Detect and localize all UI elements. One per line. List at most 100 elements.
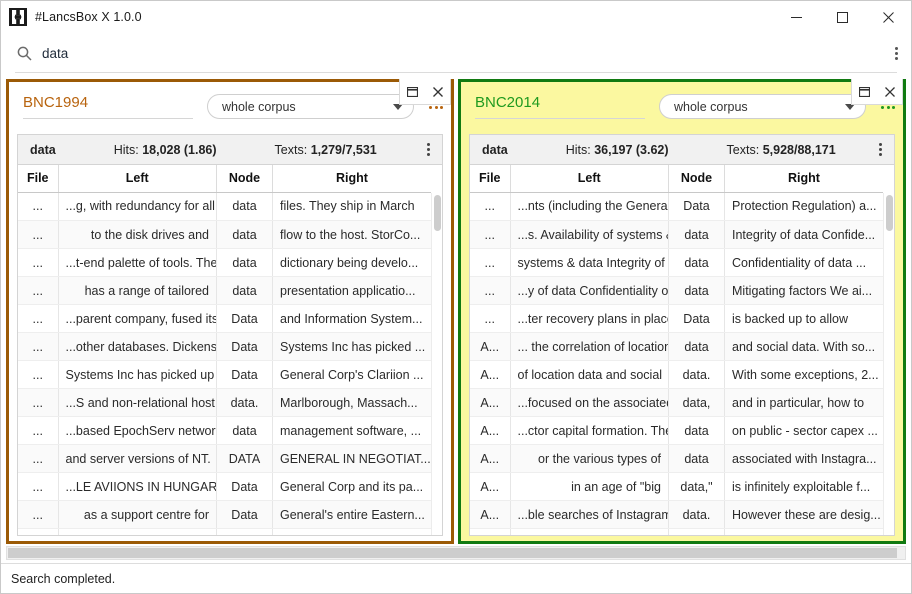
cell-node: data. (669, 501, 725, 529)
kwic-table-bnc2014: data Hits: 36,197 (3.62) Texts: 5,928/88… (469, 134, 895, 536)
cell-left: ...t-end palette of tools. The (58, 249, 217, 277)
table-row[interactable]: A... in an age of "big data," is infinit… (470, 473, 883, 501)
table-row[interactable]: A... of location data and social data. W… (470, 361, 883, 389)
table-row[interactable]: ... Systems Inc has picked up Data Gener… (18, 361, 431, 389)
panel-window-controls-bnc1994 (399, 79, 451, 105)
panel-close-button[interactable] (877, 79, 902, 104)
panel-bnc2014: BNC2014 whole corpus data (458, 79, 906, 544)
table-row[interactable]: ... ...LE AVIIONS IN HUNGARY Data Genera… (18, 473, 431, 501)
cell-file: A... (470, 529, 510, 536)
table-row[interactable]: ... and server versions of NT. DATA GENE… (18, 445, 431, 473)
vertical-scrollbar-bnc2014[interactable] (883, 193, 894, 536)
cell-right: Integrity of data Confide... (725, 221, 884, 249)
kwic-body-bnc2014[interactable]: ... ...nts (including the General Data P… (470, 193, 894, 536)
more-options-icon-bnc1994[interactable] (429, 106, 443, 109)
column-header-file[interactable]: File (18, 165, 58, 192)
table-row[interactable]: A... ... the correlation of location dat… (470, 333, 883, 361)
column-header-right[interactable]: Right (725, 165, 884, 192)
stats-menu-icon[interactable] (879, 143, 882, 156)
cell-file: ... (470, 221, 510, 249)
cell-file: ... (470, 277, 510, 305)
stats-menu-icon[interactable] (427, 143, 430, 156)
search-input[interactable]: data (42, 46, 68, 61)
table-row[interactable]: ... ...y of data Confidentiality of data… (470, 277, 883, 305)
cell-right: is backed up to allow (725, 305, 884, 333)
table-row[interactable]: ... ...t-end palette of tools. The data … (18, 249, 431, 277)
cell-node: data (217, 193, 273, 221)
table-row[interactable]: ... has a range of tailored data present… (18, 277, 431, 305)
maximize-button[interactable] (819, 1, 865, 33)
kwic-body-bnc1994[interactable]: ... ...g, with redundancy for all data f… (18, 193, 442, 536)
cell-file: ... (470, 305, 510, 333)
cell-right: Marlborough, Massach... (273, 389, 432, 417)
horizontal-scrollbar[interactable] (6, 546, 906, 560)
cell-right: General's entire Eastern... (273, 501, 432, 529)
cell-file: A... (470, 389, 510, 417)
cell-node: data (669, 529, 725, 536)
search-bar[interactable]: data (1, 33, 911, 73)
close-button[interactable] (865, 1, 911, 33)
stats-node: data (30, 143, 56, 157)
table-row[interactable]: ... as a support centre for Data General… (18, 501, 431, 529)
scrollbar-thumb[interactable] (434, 195, 441, 231)
cell-node: Data (217, 333, 273, 361)
column-header-right[interactable]: Right (273, 165, 432, 192)
table-row[interactable]: ... systems & data Integrity of data Con… (470, 249, 883, 277)
stats-hits-value: 18,028 (1.86) (142, 143, 216, 157)
table-row[interactable]: A... ...ctor capital formation. The data… (470, 417, 883, 445)
column-header-left[interactable]: Left (58, 165, 217, 192)
kebab-menu-icon[interactable] (895, 47, 898, 60)
cell-left: ...ter recovery plans in place. (510, 305, 669, 333)
cell-node: Data (217, 501, 273, 529)
cell-node: data (669, 277, 725, 305)
table-row[interactable]: ... ...s. Availability of systems & data… (470, 221, 883, 249)
column-header-left[interactable]: Left (510, 165, 669, 192)
column-header-node[interactable]: Node (217, 165, 273, 192)
table-row[interactable]: ... ...S and non-relational host data. M… (18, 389, 431, 417)
cell-file: A... (470, 473, 510, 501)
corpus-select-bnc1994[interactable]: whole corpus (207, 94, 414, 119)
table-row[interactable]: ... ...other databases. Dickens Data Sys… (18, 333, 431, 361)
stats-hits-label: Hits: (566, 143, 591, 157)
panel-header-bnc2014: BNC2014 whole corpus (461, 82, 903, 134)
cell-file: ... (18, 529, 58, 536)
app-window: #LancsBox X 1.0.0 data BNC1994 (0, 0, 912, 594)
cell-node: data. (217, 389, 273, 417)
cell-right: on public - sector capex ... (725, 417, 884, 445)
table-row[interactable]: ... ...nts (including the General Data P… (470, 193, 883, 221)
scrollbar-thumb[interactable] (8, 548, 897, 558)
stats-texts-label: Texts: (275, 143, 308, 157)
cell-right: Protection Regulation) a... (725, 193, 884, 221)
kwic-header-bnc1994: File Left Node Right (18, 165, 442, 193)
cell-file: ... (18, 221, 58, 249)
table-row[interactable]: ... ...g, with redundancy for all data f… (18, 193, 431, 221)
vertical-scrollbar-bnc1994[interactable] (431, 193, 442, 536)
table-row[interactable]: A... ...focused on the associated data, … (470, 389, 883, 417)
cell-node: Data (217, 529, 273, 536)
table-row[interactable]: A... ...of the location and social data … (470, 529, 883, 536)
table-header-row: File Left Node Right (470, 165, 883, 192)
column-header-node[interactable]: Node (669, 165, 725, 192)
panel-maximize-button[interactable] (852, 79, 877, 104)
cell-left: ...other databases. Dickens (58, 333, 217, 361)
table-row[interactable]: ... ...ter recovery plans in place. Data… (470, 305, 883, 333)
panel-header-bnc1994: BNC1994 whole corpus (9, 82, 451, 134)
title-bar: #LancsBox X 1.0.0 (1, 1, 911, 33)
table-row[interactable]: ... ...parent company, fused its Data an… (18, 305, 431, 333)
corpus-select-bnc2014[interactable]: whole corpus (659, 94, 866, 119)
more-options-icon-bnc2014[interactable] (881, 106, 895, 109)
table-row[interactable]: A... or the various types of data associ… (470, 445, 883, 473)
cell-file: ... (18, 445, 58, 473)
table-row[interactable]: ... to the disk drives and data flow to … (18, 221, 431, 249)
panel-close-button[interactable] (425, 79, 450, 104)
scrollbar-thumb[interactable] (886, 195, 893, 231)
panel-maximize-button[interactable] (400, 79, 425, 104)
column-header-file[interactable]: File (470, 165, 510, 192)
table-row[interactable]: ... ...based EpochServ network data mana… (18, 417, 431, 445)
minimize-button[interactable] (773, 1, 819, 33)
table-row[interactable]: A... ...ble searches of Instagram data. … (470, 501, 883, 529)
cell-right: dictionary being develo... (273, 249, 432, 277)
table-row[interactable]: ... ...under PHARE criteria Data General… (18, 529, 431, 536)
cell-right: General Corp and its pa... (273, 473, 432, 501)
cell-right: associated with photos (725, 529, 884, 536)
